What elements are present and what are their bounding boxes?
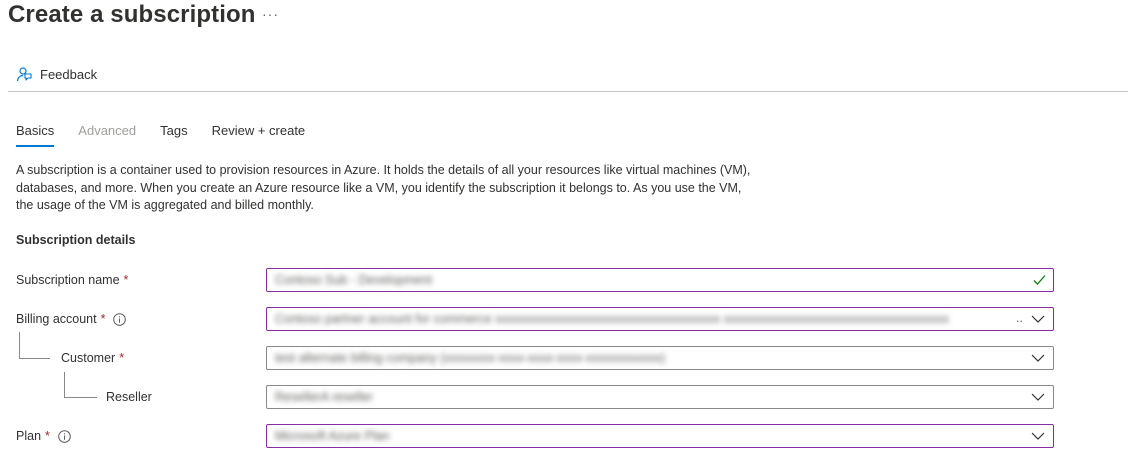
page-title: Create a subscription (8, 1, 256, 28)
reseller-label-text: Reseller (106, 390, 152, 404)
billing-account-ellipsis: .. (1016, 311, 1023, 325)
required-marker: * (45, 429, 50, 443)
feedback-label: Feedback (40, 66, 98, 82)
tab-advanced: Advanced (78, 123, 137, 138)
subscription-name-label: Subscription name * (16, 271, 128, 289)
customer-dropdown[interactable]: test alternate billing company (xxxxxxxx… (266, 346, 1054, 370)
chevron-down-icon (1031, 432, 1045, 440)
reseller-value: ResellerA reseller (275, 390, 373, 404)
billing-account-label: Billing account * (16, 310, 127, 328)
subscription-name-label-text: Subscription name (16, 273, 120, 287)
section-title-subscription-details: Subscription details (16, 233, 136, 247)
more-options-button[interactable]: ··· (262, 4, 279, 24)
chevron-down-icon (1031, 315, 1045, 323)
tab-basics[interactable]: Basics (16, 122, 55, 150)
chevron-down-icon (1031, 354, 1045, 362)
billing-account-dropdown[interactable]: Contoso partner account for commerce xxx… (266, 307, 1054, 331)
subscription-name-value: Contoso Sub - Development (275, 273, 433, 287)
tree-connector-line (64, 372, 97, 398)
chevron-down-icon (1031, 393, 1045, 401)
customer-label: Customer * (61, 349, 124, 367)
reseller-label: Reseller (106, 388, 152, 406)
toolbar-divider (8, 91, 1128, 92)
billing-account-label-text: Billing account (16, 312, 97, 326)
tree-connector-line (19, 332, 50, 359)
required-marker: * (100, 312, 106, 326)
info-icon[interactable] (113, 312, 127, 326)
plan-label-text: Plan (16, 429, 42, 443)
plan-label: Plan * (16, 427, 71, 445)
required-marker: * (119, 351, 125, 365)
required-marker: * (123, 273, 129, 287)
billing-account-value: Contoso partner account for commerce xxx… (275, 312, 949, 326)
tab-bar: Basics Advanced Tags Review + create (16, 122, 329, 150)
subscription-description: A subscription is a container used to pr… (16, 163, 751, 212)
customer-value: test alternate billing company (xxxxxxxx… (275, 351, 666, 365)
plan-dropdown[interactable]: Microsoft Azure Plan (266, 424, 1054, 448)
info-icon[interactable] (58, 429, 71, 443)
feedback-button[interactable]: Feedback (16, 64, 97, 84)
feedback-person-icon (16, 67, 32, 82)
reseller-dropdown[interactable]: ResellerA reseller (266, 385, 1054, 409)
subscription-name-input[interactable]: Contoso Sub - Development (266, 268, 1054, 292)
tab-review-create[interactable]: Review + create (212, 122, 306, 150)
checkmark-icon (1033, 275, 1046, 285)
tab-tags[interactable]: Tags (160, 122, 187, 150)
customer-label-text: Customer (61, 351, 116, 365)
plan-value: Microsoft Azure Plan (275, 429, 390, 443)
